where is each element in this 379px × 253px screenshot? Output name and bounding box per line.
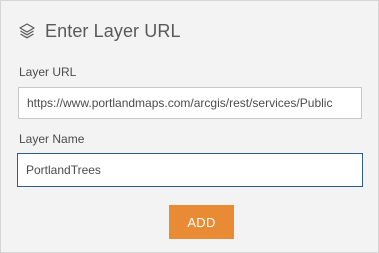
layers-icon — [18, 22, 36, 40]
layer-name-label: Layer Name — [19, 132, 85, 146]
layer-name-input[interactable] — [17, 153, 363, 187]
add-layer-panel: Enter Layer URL Layer URL Layer Name ADD — [0, 0, 379, 253]
add-button[interactable]: ADD — [169, 205, 234, 239]
layer-url-label: Layer URL — [19, 65, 77, 79]
panel-title: Enter Layer URL — [45, 20, 181, 41]
panel-header: Enter Layer URL — [18, 18, 181, 44]
layer-url-input[interactable] — [18, 87, 362, 119]
